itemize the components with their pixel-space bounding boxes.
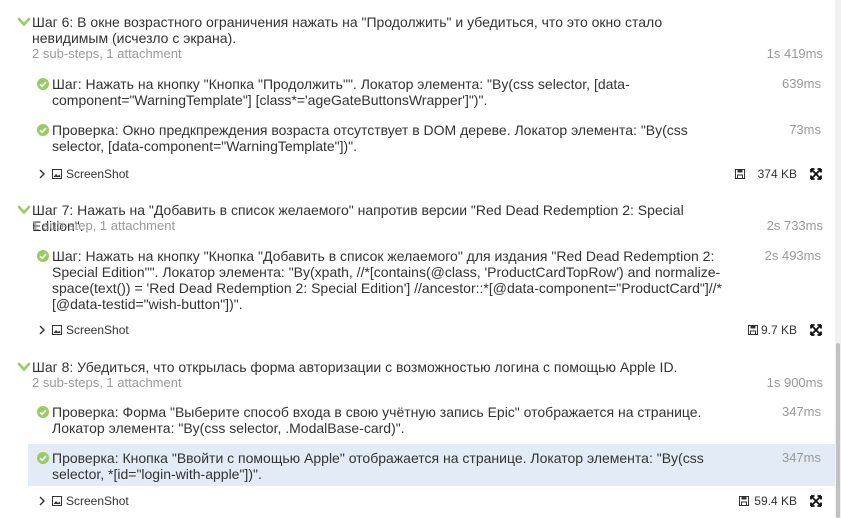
attachment-row[interactable]: ScreenShot 9.7 KB — [0, 322, 835, 338]
attachment-name[interactable]: ScreenShot — [66, 322, 129, 338]
scrollbar-thumb[interactable] — [836, 343, 840, 518]
image-icon — [52, 325, 62, 335]
floppy-disk-icon — [739, 496, 749, 506]
floppy-disk-icon — [748, 325, 758, 335]
step-7[interactable]: Шаг 7: Нажать на "Добавить в список жела… — [0, 202, 835, 347]
step-meta: 2 sub-steps, 1 attachment — [32, 375, 182, 390]
attachment-row[interactable]: ScreenShot 374 KB — [0, 166, 835, 182]
substep-duration: 639ms — [781, 76, 821, 91]
check-circle-icon — [37, 250, 49, 262]
step-header[interactable]: Шаг 6: В окне возрастного ограничения на… — [0, 14, 835, 62]
step-duration: 1s 900ms — [766, 375, 823, 390]
step-8[interactable]: Шаг 8: Убедиться, что открылась форма ав… — [0, 359, 835, 518]
chevron-right-icon — [39, 169, 45, 179]
substep-text: Проверка: Кнопка "Ввойти с помощью Apple… — [52, 450, 704, 482]
step-header[interactable]: Шаг 8: Убедиться, что открылась форма ав… — [0, 359, 835, 390]
step-meta: 1 sub-step, 1 attachment — [32, 218, 176, 233]
image-icon — [52, 496, 62, 506]
substep[interactable]: Шаг: Нажать на кнопку "Кнопка "Продолжит… — [0, 76, 835, 110]
step-header[interactable]: Шаг 7: Нажать на "Добавить в список жела… — [0, 202, 835, 234]
substep[interactable]: Проверка: Окно предкпреждения возраста о… — [0, 122, 835, 156]
substep-duration: 347ms — [781, 450, 821, 465]
image-icon — [52, 169, 62, 179]
step-duration: 2s 733ms — [766, 218, 823, 233]
check-circle-icon — [37, 406, 49, 418]
attachment-size: 59.4 KB — [754, 494, 797, 508]
expand-icon[interactable] — [810, 495, 822, 507]
check-circle-icon — [37, 124, 49, 136]
substep-text: Проверка: Форма "Выберите способ входа в… — [52, 404, 702, 436]
substep[interactable]: Шаг: Нажать на кнопку "Кнопка "Добавить … — [0, 248, 835, 314]
substep-text: Проверка: Окно предкпреждения возраста о… — [52, 122, 688, 154]
step-meta: 2 sub-steps, 1 attachment — [32, 46, 182, 61]
expand-icon[interactable] — [810, 168, 822, 180]
step-duration: 1s 419ms — [766, 46, 823, 61]
attachment-row[interactable]: ScreenShot 59.4 KB — [0, 493, 835, 509]
chevron-right-icon — [39, 496, 45, 506]
attachment-name[interactable]: ScreenShot — [66, 493, 129, 509]
step-6[interactable]: Шаг 6: В окне возрастного ограничения на… — [0, 14, 835, 194]
chevron-right-icon — [39, 325, 45, 335]
substep-text: Шаг: Нажать на кнопку "Кнопка "Добавить … — [52, 248, 722, 312]
check-circle-icon — [37, 452, 49, 464]
chevron-down-icon — [17, 205, 31, 215]
test-steps-panel[interactable]: Шаг 6: В окне возрастного ограничения на… — [0, 0, 835, 518]
substep-text: Шаг: Нажать на кнопку "Кнопка "Продолжит… — [52, 76, 630, 108]
attachment-size: 374 KB — [757, 167, 797, 181]
step-title: Шаг 8: Убедиться, что открылась форма ав… — [32, 359, 678, 375]
substep-highlighted[interactable]: Проверка: Кнопка "Ввойти с помощью Apple… — [28, 444, 835, 486]
substep-duration: 73ms — [789, 122, 821, 137]
attachment-size: 9.7 KB — [760, 323, 797, 337]
expand-icon[interactable] — [810, 324, 822, 336]
substep-duration: 347ms — [781, 404, 821, 419]
chevron-down-icon — [17, 17, 31, 27]
substep-duration: 2s 493ms — [764, 248, 821, 263]
step-title: Шаг 6: В окне возрастного ограничения на… — [32, 14, 663, 46]
floppy-disk-icon — [735, 169, 745, 179]
substep[interactable]: Проверка: Форма "Выберите способ входа в… — [0, 404, 835, 438]
check-circle-icon — [37, 78, 49, 90]
attachment-name[interactable]: ScreenShot — [66, 166, 129, 182]
chevron-down-icon — [17, 362, 31, 372]
